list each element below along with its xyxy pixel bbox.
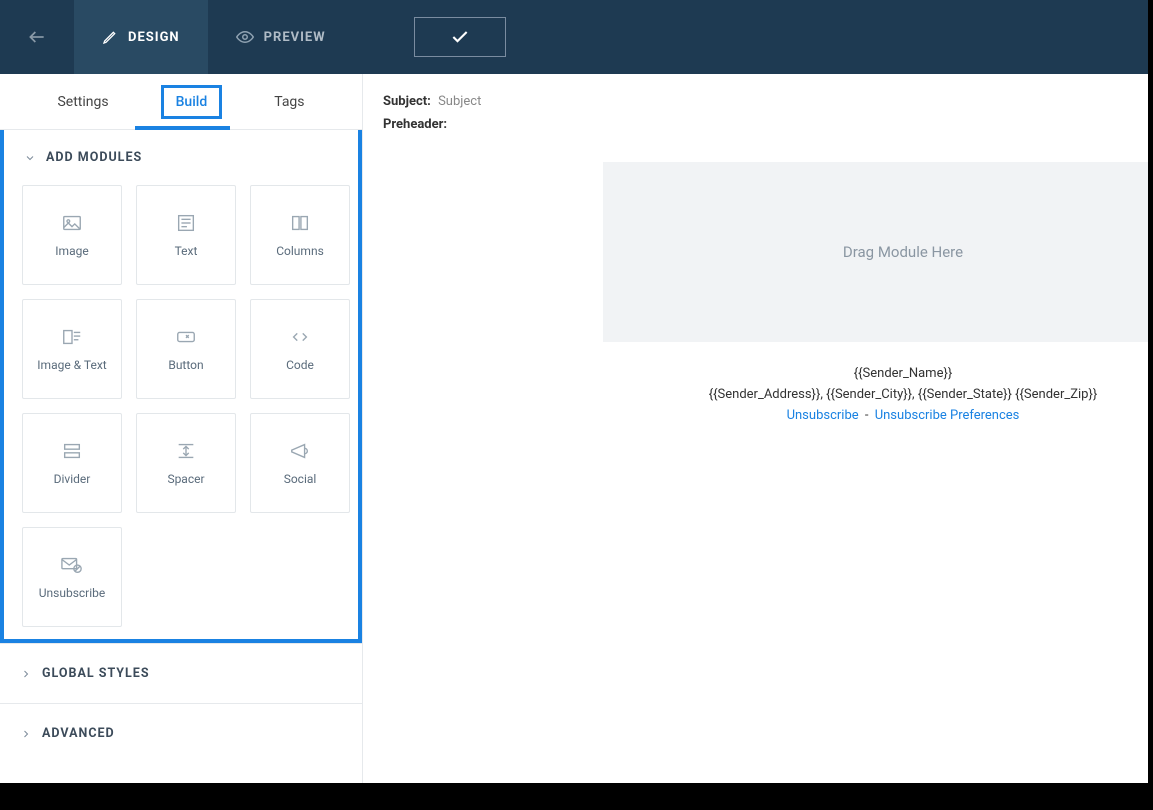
module-label: Social [284, 472, 317, 486]
chevron-down-icon [24, 152, 36, 164]
unsubscribe-link[interactable]: Unsubscribe [787, 408, 859, 423]
subtab-tags[interactable]: Tags [262, 88, 316, 116]
sidebar: Settings Build Tags ADD MODULES [0, 74, 363, 783]
add-modules-title: ADD MODULES [46, 150, 142, 165]
email-footer: {{Sender_Name}} {{Sender_Address}}, {{Se… [603, 364, 1148, 426]
tab-design[interactable]: DESIGN [74, 0, 208, 74]
module-label: Columns [276, 244, 324, 258]
add-modules-section: ADD MODULES Image Text [0, 130, 362, 643]
module-image[interactable]: Image [22, 185, 122, 285]
module-spacer[interactable]: Spacer [136, 413, 236, 513]
subtabs: Settings Build Tags [0, 74, 362, 130]
module-label: Unsubscribe [39, 586, 106, 600]
module-code[interactable]: Code [250, 299, 350, 399]
subject-row: Subject: Subject [383, 94, 1124, 109]
module-columns[interactable]: Columns [250, 185, 350, 285]
tab-preview-label: PREVIEW [264, 30, 326, 45]
tab-design-label: DESIGN [128, 30, 180, 45]
sender-name: {{Sender_Name}} [603, 364, 1148, 385]
top-toolbar: DESIGN PREVIEW [0, 0, 1148, 74]
confirm-button[interactable] [414, 17, 506, 57]
divider-icon [61, 440, 83, 462]
unsubscribe-prefs-link[interactable]: Unsubscribe Preferences [875, 408, 1020, 423]
global-styles-header[interactable]: GLOBAL STYLES [0, 643, 362, 703]
preheader-row: Preheader: [383, 117, 1124, 132]
subject-label: Subject: [383, 94, 431, 109]
subject-value[interactable]: Subject [438, 94, 481, 109]
image-text-icon [61, 326, 83, 348]
advanced-header[interactable]: ADVANCED [0, 703, 362, 763]
pencil-icon [102, 29, 118, 45]
module-divider[interactable]: Divider [22, 413, 122, 513]
canvas: Subject: Subject Preheader: Drag Module … [363, 74, 1148, 783]
subtab-settings[interactable]: Settings [45, 88, 120, 116]
subtab-build[interactable]: Build [161, 85, 223, 119]
module-label: Image & Text [37, 358, 106, 372]
sender-address: {{Sender_Address}}, {{Sender_City}}, {{S… [603, 385, 1148, 406]
advanced-title: ADVANCED [42, 726, 115, 741]
module-label: Spacer [167, 472, 204, 486]
tab-preview[interactable]: PREVIEW [208, 0, 354, 74]
text-icon [175, 212, 197, 234]
module-label: Code [286, 358, 314, 372]
add-modules-header[interactable]: ADD MODULES [4, 130, 358, 185]
image-icon [61, 212, 83, 234]
global-styles-title: GLOBAL STYLES [42, 666, 150, 681]
subtab-underline [135, 126, 230, 130]
back-button[interactable] [0, 0, 74, 74]
unsubscribe-icon [60, 554, 84, 576]
code-icon [289, 326, 311, 348]
body: Settings Build Tags ADD MODULES [0, 74, 1148, 783]
eye-icon [236, 28, 254, 46]
button-icon [175, 326, 197, 348]
module-text[interactable]: Text [136, 185, 236, 285]
megaphone-icon [289, 440, 311, 462]
chevron-right-icon [20, 668, 32, 680]
module-unsubscribe[interactable]: Unsubscribe [22, 527, 122, 627]
unsubscribe-line: Unsubscribe - Unsubscribe Preferences [603, 406, 1148, 427]
separator: - [865, 408, 869, 423]
module-label: Image [55, 244, 88, 258]
dropzone[interactable]: Drag Module Here [603, 162, 1148, 342]
columns-icon [289, 212, 311, 234]
module-grid: Image Text Columns [4, 185, 358, 627]
module-button[interactable]: Button [136, 299, 236, 399]
module-image-text[interactable]: Image & Text [22, 299, 122, 399]
module-label: Button [168, 358, 203, 372]
chevron-right-icon [20, 728, 32, 740]
module-social[interactable]: Social [250, 413, 350, 513]
spacer-icon [175, 440, 197, 462]
app-root: DESIGN PREVIEW Settings Build Tags [0, 0, 1148, 783]
email-body: Drag Module Here {{Sender_Name}} {{Sende… [603, 162, 1148, 426]
module-label: Text [175, 244, 198, 258]
dropzone-text: Drag Module Here [843, 243, 963, 261]
preheader-label: Preheader: [383, 117, 447, 132]
module-label: Divider [54, 472, 91, 486]
